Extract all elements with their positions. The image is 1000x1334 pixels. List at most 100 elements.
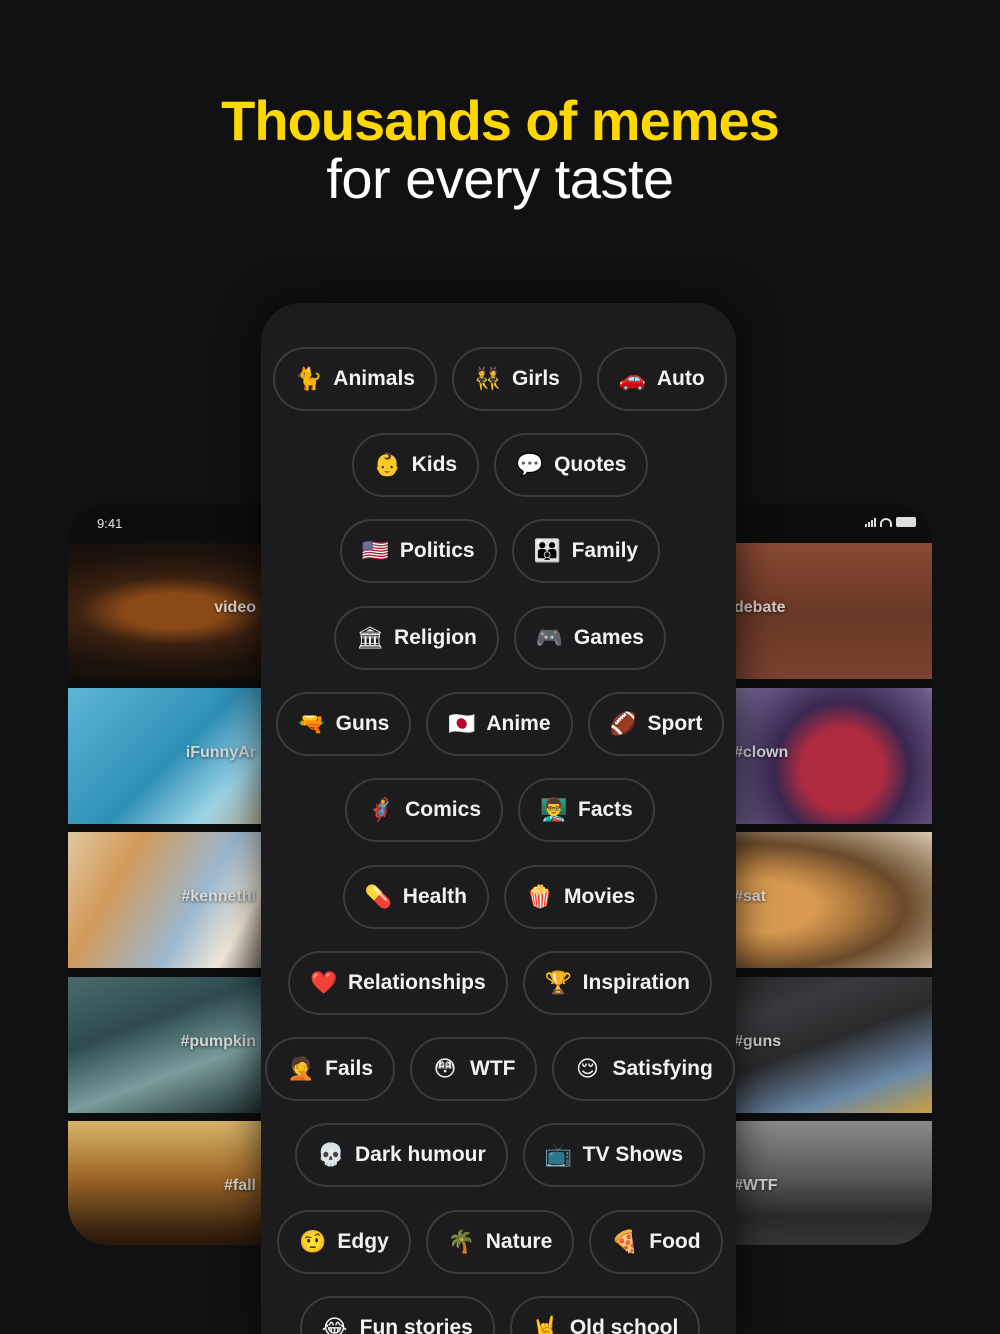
category-label: Guns [335, 712, 390, 735]
feed-tag: iFunnyAr [185, 744, 256, 761]
category-chip-animals[interactable]: 🐈 Animals [273, 347, 437, 411]
category-emoji-icon: 💀 [316, 1142, 345, 1167]
headline-secondary: for every taste [326, 147, 674, 210]
category-chip-inspiration[interactable]: 🏆 Inspiration [522, 951, 713, 1015]
category-chip-old-school[interactable]: 🤘 Old school [509, 1296, 701, 1334]
category-chip-relationships[interactable]: ❤️ Relationships [287, 951, 508, 1015]
category-chip-girls[interactable]: 👯 Girls [452, 347, 582, 411]
category-label: Family [571, 539, 639, 562]
category-label: Girls [512, 367, 560, 390]
category-row: 👶 Kids 💬 Quotes [261, 433, 736, 497]
category-emoji-icon: 🇺🇸 [361, 538, 390, 563]
category-row: 🦸 Comics 👨‍🏫 Facts [261, 778, 736, 842]
category-picker-panel: 🐈 Animals 👯 Girls 🚗 Auto 👶 Kids 💬 Quotes 🇺🇸 Politic… [261, 303, 736, 1334]
feed-tag: video [214, 599, 256, 616]
category-emoji-icon: 🤘 [531, 1315, 560, 1334]
category-emoji-icon: 🤨 [299, 1229, 327, 1254]
category-chip-comics[interactable]: 🦸 Comics [345, 778, 503, 842]
category-label: Health [402, 885, 467, 908]
category-label: Comics [405, 798, 481, 821]
category-row: 🇺🇸 Politics 👪 Family [261, 519, 736, 583]
category-chip-satisfying[interactable]: 😌 Satisfying [552, 1037, 735, 1101]
battery-icon [896, 517, 916, 527]
category-label: Kids [411, 453, 458, 476]
category-chip-kids[interactable]: 👶 Kids [351, 433, 480, 497]
category-chip-sport[interactable]: 🏈 Sport [587, 692, 725, 756]
category-chip-nature[interactable]: 🌴 Nature [425, 1210, 575, 1274]
category-label: Relationships [347, 971, 486, 994]
category-chip-politics[interactable]: 🇺🇸 Politics [339, 519, 497, 583]
category-label: Old school [569, 1316, 679, 1334]
category-emoji-icon: 👪 [533, 538, 561, 563]
category-chip-family[interactable]: 👪 Family [511, 519, 661, 583]
category-label: Games [573, 626, 644, 649]
category-chip-facts[interactable]: 👨‍🏫 Facts [518, 778, 655, 842]
category-chip-wtf[interactable]: 😳 WTF [410, 1037, 538, 1101]
category-row: 🤨 Edgy 🌴 Nature 🍕 Food [261, 1210, 736, 1274]
category-row: 🤦 Fails 😳 WTF 😌 Satisfying [261, 1037, 736, 1101]
category-chip-dark-humour[interactable]: 💀 Dark humour [294, 1123, 508, 1187]
category-emoji-icon: 🏛 [356, 625, 384, 650]
signal-icon [865, 518, 876, 527]
category-label: Edgy [337, 1230, 389, 1253]
category-chip-auto[interactable]: 🚗 Auto [596, 347, 727, 411]
category-chip-edgy[interactable]: 🤨 Edgy [277, 1210, 411, 1274]
category-emoji-icon: 😂 [321, 1315, 348, 1334]
category-chip-health[interactable]: 💊 Health [342, 865, 489, 929]
category-label: Nature [485, 1230, 553, 1253]
category-label: Fun stories [359, 1316, 473, 1334]
category-emoji-icon: 😌 [576, 1056, 599, 1081]
category-emoji-icon: 🦸 [367, 797, 395, 822]
category-label: Fails [325, 1057, 373, 1080]
category-chip-fails[interactable]: 🤦 Fails [265, 1037, 395, 1101]
wifi-icon [880, 518, 892, 527]
category-chip-tv-shows[interactable]: 📺 TV Shows [522, 1123, 706, 1187]
category-emoji-icon: 🌴 [447, 1229, 476, 1254]
category-emoji-icon: 🚗 [618, 366, 647, 391]
category-row: 🐈 Animals 👯 Girls 🚗 Auto [261, 347, 736, 411]
category-chip-quotes[interactable]: 💬 Quotes [494, 433, 649, 497]
feed-tag: #kennethl [181, 888, 256, 905]
category-emoji-icon: 🎮 [535, 625, 564, 650]
category-chip-anime[interactable]: 🇯🇵 Anime [426, 692, 573, 756]
feed-tag: #sat [734, 888, 767, 905]
category-label: Animals [333, 367, 415, 390]
category-chip-religion[interactable]: 🏛 Religion [334, 606, 499, 670]
feed-tag: debate [734, 599, 786, 616]
category-chip-movies[interactable]: 🍿 Movies [503, 865, 658, 929]
category-emoji-icon: 👶 [373, 452, 401, 477]
category-label: Inspiration [582, 971, 691, 994]
category-label: Facts [578, 798, 633, 821]
feed-tag: #pumpkin [180, 1033, 256, 1050]
feed-tag: #guns [734, 1033, 782, 1050]
category-label: TV Shows [582, 1143, 684, 1166]
category-emoji-icon: 🐈 [295, 366, 323, 391]
category-chip-games[interactable]: 🎮 Games [513, 606, 666, 670]
category-label: Food [649, 1230, 701, 1253]
category-chip-fun-stories[interactable]: 😂 Fun stories [299, 1296, 495, 1334]
category-row: 😂 Fun stories 🤘 Old school [261, 1296, 736, 1334]
category-emoji-icon: 👨‍🏫 [540, 797, 568, 822]
category-label: Sport [647, 712, 703, 735]
category-emoji-icon: 🔫 [297, 711, 326, 736]
category-label: Quotes [554, 453, 627, 476]
category-label: Auto [656, 367, 705, 390]
category-emoji-icon: 🇯🇵 [448, 711, 476, 736]
status-icons [865, 517, 916, 527]
category-label: Politics [399, 539, 475, 562]
category-chip-guns[interactable]: 🔫 Guns [275, 692, 412, 756]
category-emoji-icon: 💬 [516, 452, 544, 477]
feed-tag: #clown [734, 744, 789, 761]
category-row: 💀 Dark humour 📺 TV Shows [261, 1123, 736, 1187]
category-label: Anime [486, 712, 551, 735]
category-emoji-icon: 🍿 [525, 884, 554, 909]
category-emoji-icon: 😳 [433, 1056, 457, 1081]
category-row: ❤️ Relationships 🏆 Inspiration [261, 951, 736, 1015]
feed-tag: #WTF [734, 1177, 778, 1194]
category-emoji-icon: 📺 [544, 1142, 573, 1167]
category-row: 🏛 Religion 🎮 Games [261, 606, 736, 670]
category-emoji-icon: ❤️ [309, 970, 338, 995]
category-label: Dark humour [354, 1143, 486, 1166]
category-chip-food[interactable]: 🍕 Food [589, 1210, 723, 1274]
category-emoji-icon: 💊 [364, 884, 393, 909]
